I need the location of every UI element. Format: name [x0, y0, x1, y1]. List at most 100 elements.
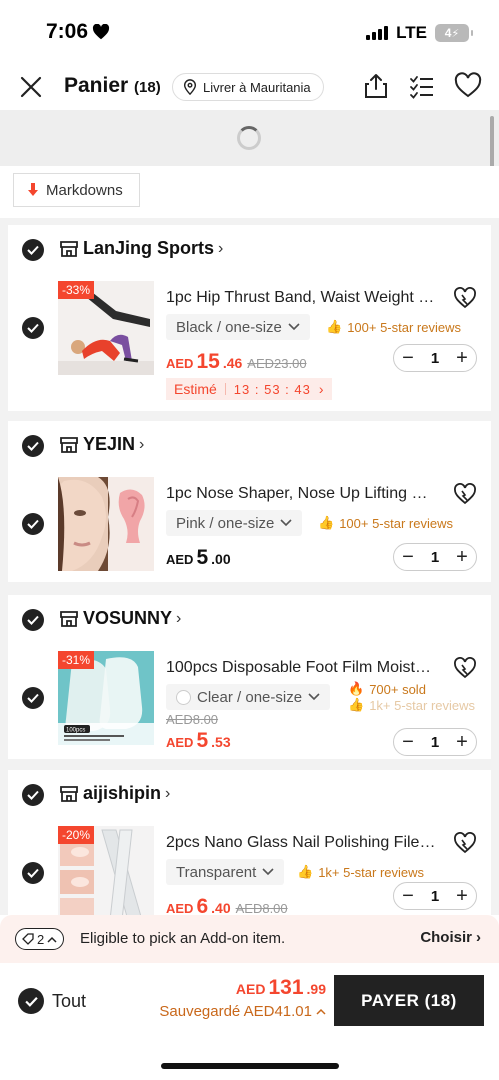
item-checkbox[interactable]: [22, 687, 44, 709]
product-image[interactable]: [58, 477, 154, 571]
thumbs-up-icon: 👍: [326, 319, 343, 334]
variant-label: Clear / one-size: [197, 688, 303, 706]
price-currency: AED: [166, 552, 194, 567]
product-title[interactable]: 2pcs Nano Glass Nail Polishing Files Set: [166, 834, 436, 852]
chevron-down-icon: [288, 323, 300, 331]
addon-banner[interactable]: 2 Eligible to pick an Add-on item. Chois…: [0, 915, 499, 963]
product-image[interactable]: -20%: [58, 826, 154, 915]
increase-quantity-button[interactable]: +: [452, 348, 472, 368]
add-to-wishlist-icon[interactable]: [453, 657, 477, 679]
variant-label: Transparent: [176, 863, 257, 881]
loading-spinner-icon: [237, 126, 261, 150]
variant-selector[interactable]: Transparent: [166, 859, 285, 885]
location-pin-icon: [183, 79, 197, 95]
store-icon: [60, 241, 78, 257]
ship-to-selector[interactable]: Livrer à Mauritania: [172, 73, 324, 101]
quantity-stepper: − 1 +: [393, 728, 477, 756]
store-checkbox[interactable]: [22, 784, 44, 806]
savings-text: Sauvegardé AED41.01: [159, 1003, 312, 1020]
divider: [224, 383, 226, 395]
product-title[interactable]: 1pc Nose Shaper, Nose Up Lifting Clip: [166, 485, 436, 503]
decrease-quantity-button[interactable]: −: [398, 348, 418, 368]
decrease-quantity-button[interactable]: −: [398, 732, 418, 752]
addon-coupon-badge[interactable]: 2: [15, 928, 65, 950]
store-checkbox[interactable]: [22, 609, 44, 631]
share-icon[interactable]: [362, 72, 390, 100]
variant-selector[interactable]: Clear / one-size: [166, 684, 331, 710]
home-indicator[interactable]: [161, 1063, 339, 1069]
savings-toggle[interactable]: Sauvegardé AED41.01: [159, 1003, 326, 1020]
pay-button[interactable]: PAYER (18): [334, 975, 484, 1026]
add-to-wishlist-icon[interactable]: [453, 287, 477, 309]
variant-selector[interactable]: Pink / one-size: [166, 510, 303, 536]
decrease-quantity-button[interactable]: −: [398, 547, 418, 567]
item-checkbox[interactable]: [22, 317, 44, 339]
decrease-quantity-button[interactable]: −: [398, 886, 418, 906]
addon-count: 2: [37, 931, 45, 947]
price-currency: AED: [166, 901, 194, 915]
chevron-right-icon: ›: [476, 929, 481, 946]
chevron-down-icon: [308, 693, 320, 701]
store-name-link[interactable]: aijishipin ›: [83, 783, 170, 804]
original-price: AED8.00: [166, 712, 219, 727]
store-icon: [60, 611, 78, 627]
product-image[interactable]: -33%: [58, 281, 154, 375]
select-all-checkbox[interactable]: [18, 988, 44, 1014]
store-card: VOSUNNY › 100pcs -31% 100pcs Disposable F…: [8, 595, 491, 759]
chevron-right-icon: ›: [176, 609, 182, 627]
battery-icon: 4 ⚡: [435, 24, 473, 42]
add-to-wishlist-icon[interactable]: [453, 483, 477, 505]
chevron-right-icon: ›: [318, 381, 324, 397]
store-header: aijishipin ›: [8, 770, 491, 820]
store-name: VOSUNNY: [83, 608, 173, 628]
increase-quantity-button[interactable]: +: [452, 547, 472, 567]
quantity-stepper: − 1 +: [393, 344, 477, 372]
select-all-label[interactable]: Tout: [52, 991, 86, 1012]
store-icon: [60, 786, 78, 802]
quantity-value[interactable]: 1: [431, 888, 439, 905]
flame-icon: 🔥: [348, 681, 365, 696]
quantity-stepper: − 1 +: [393, 882, 477, 910]
quantity-value[interactable]: 1: [431, 350, 439, 367]
product-image[interactable]: 100pcs -31%: [58, 651, 154, 745]
price-integer: 5: [196, 546, 209, 569]
price-integer: 6: [196, 895, 209, 915]
store-card: LanJing Sports › -33% 1pc Hip Thrust Band…: [8, 225, 491, 411]
reviews-badge: 👍 100+ 5-star reviews: [318, 515, 453, 531]
quantity-value[interactable]: 1: [431, 549, 439, 566]
reviews-badge: 👍 100+ 5-star reviews: [326, 319, 461, 335]
add-to-wishlist-icon[interactable]: [453, 832, 477, 854]
wishlist-heart-icon[interactable]: [454, 72, 482, 100]
price-decimal: .00: [211, 551, 231, 567]
item-checkbox[interactable]: [22, 862, 44, 884]
product-title[interactable]: 100pcs Disposable Foot Film Moisturizing: [166, 659, 436, 677]
chevron-down-icon: [262, 868, 274, 876]
status-bar: 7:06 LTE 4 ⚡: [0, 0, 499, 66]
store-name: LanJing Sports: [83, 238, 215, 258]
markdowns-filter-chip[interactable]: Markdowns: [13, 173, 140, 207]
checklist-icon[interactable]: [408, 72, 436, 100]
signal-icon: [366, 26, 389, 40]
chevron-right-icon: ›: [139, 435, 145, 453]
status-indicators: LTE 4 ⚡: [366, 23, 473, 43]
close-icon[interactable]: [18, 74, 44, 100]
increase-quantity-button[interactable]: +: [452, 732, 472, 752]
quantity-value[interactable]: 1: [431, 734, 439, 751]
item-checkbox[interactable]: [22, 513, 44, 535]
store-name-link[interactable]: LanJing Sports ›: [83, 238, 223, 259]
store-checkbox[interactable]: [22, 239, 44, 261]
thumb-label: 100pcs: [66, 728, 85, 734]
price-integer: 5: [196, 729, 209, 752]
cart-header: Panier (18) Livrer à Mauritania: [0, 66, 499, 110]
variant-selector[interactable]: Black / one-size: [166, 314, 310, 340]
sold-badge: 🔥 700+ sold: [348, 681, 426, 697]
network-label: LTE: [396, 23, 427, 42]
product-title[interactable]: 1pc Hip Thrust Band, Waist Weight Liftin…: [166, 289, 436, 307]
increase-quantity-button[interactable]: +: [452, 886, 472, 906]
nose-shaper-image: [58, 477, 154, 571]
store-checkbox[interactable]: [22, 435, 44, 457]
estimate-countdown[interactable]: Estimé 13 : 53 : 43 ›: [166, 378, 332, 400]
choose-addon-link[interactable]: Choisir ›: [420, 929, 481, 946]
store-name-link[interactable]: VOSUNNY ›: [83, 608, 181, 629]
store-name-link[interactable]: YEJIN ›: [83, 434, 144, 455]
